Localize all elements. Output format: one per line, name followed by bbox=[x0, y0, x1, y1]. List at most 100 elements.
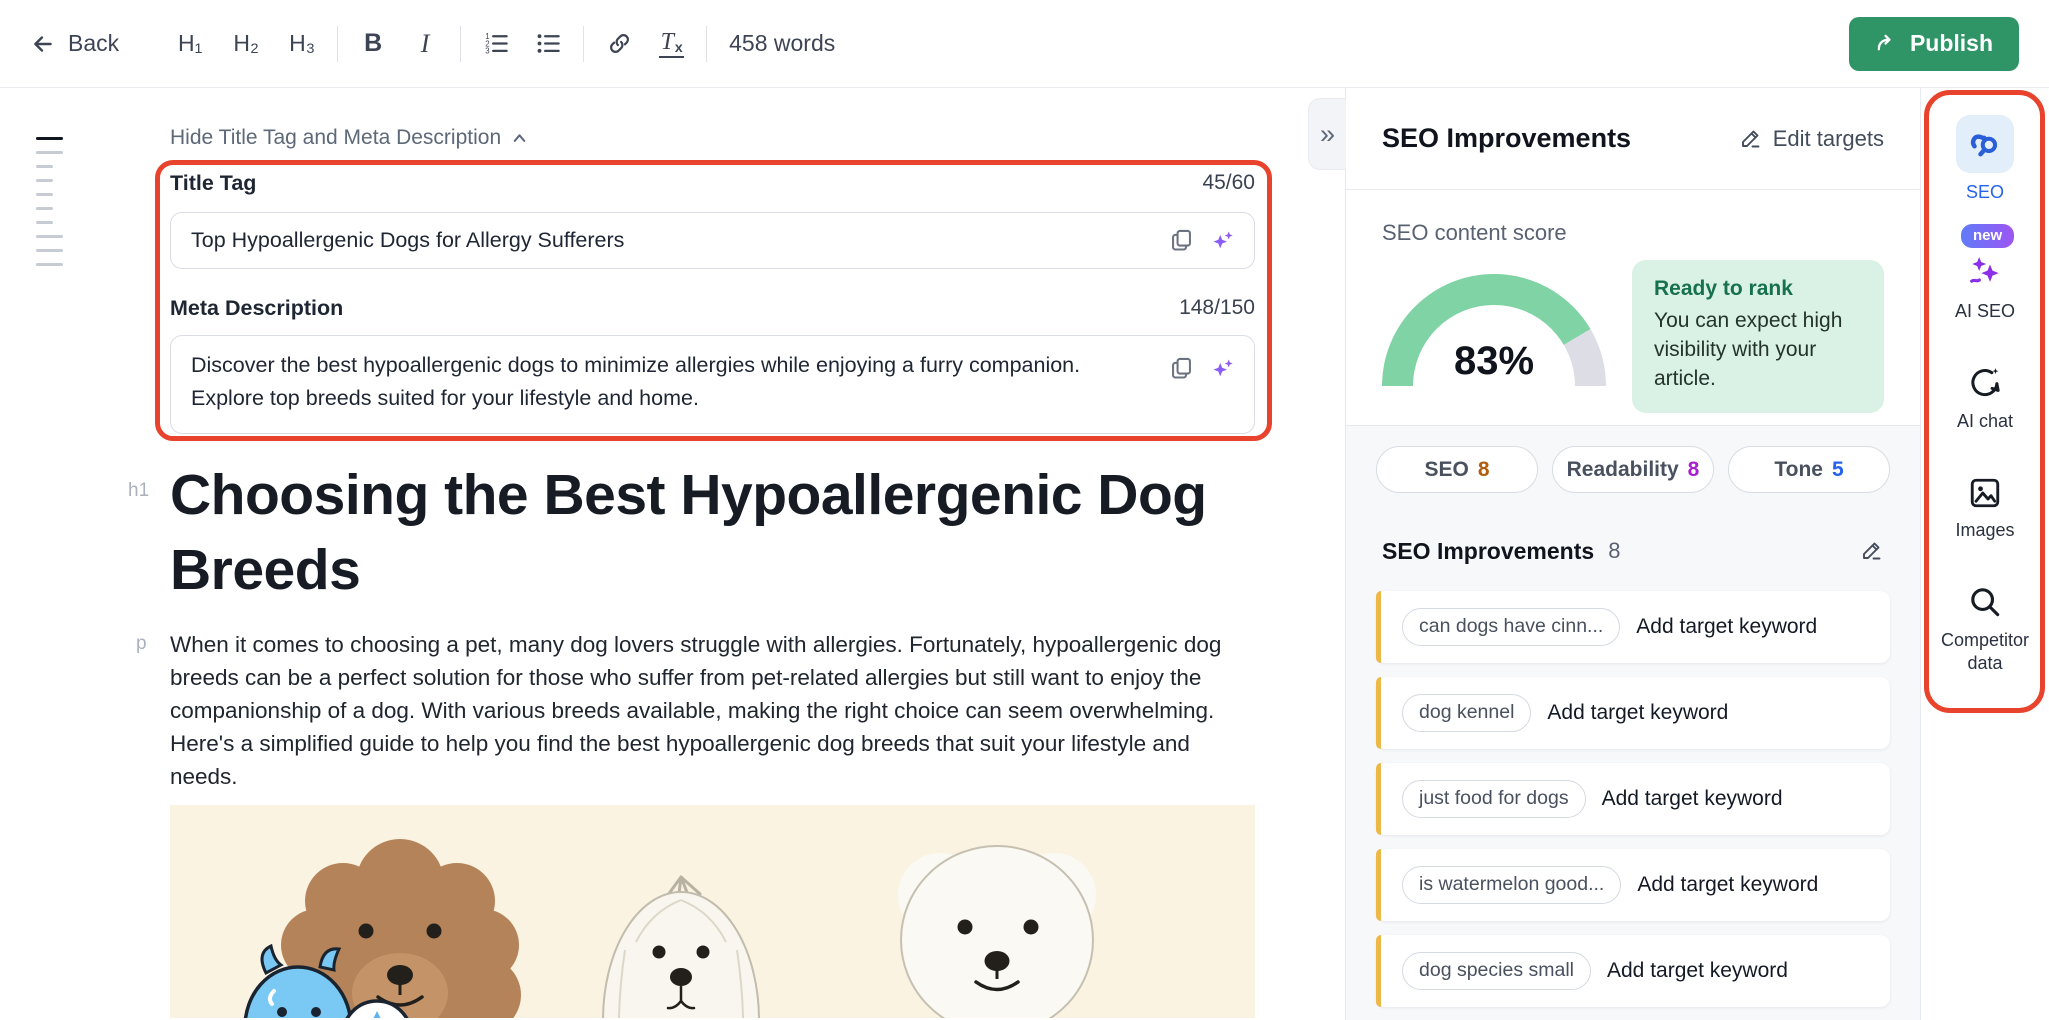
add-target-keyword-label: Add target keyword bbox=[1636, 615, 1817, 639]
title-tag-input[interactable] bbox=[191, 228, 1168, 253]
document-outline[interactable] bbox=[36, 137, 63, 266]
ai-chat-icon bbox=[1966, 364, 2004, 402]
tab-readability-score[interactable]: Readability 8 bbox=[1552, 446, 1714, 493]
editor-toolbar: Back H₁ H₂ H₃ B I 123 Tx 458 words Publi… bbox=[0, 0, 2049, 88]
meta-description-label: Meta Description bbox=[170, 296, 343, 321]
rail-label-ai-chat[interactable]: AI chat bbox=[1957, 410, 2013, 433]
collapse-panel-button[interactable]: » bbox=[1308, 98, 1346, 170]
pencil-icon bbox=[1860, 539, 1884, 563]
pencil-icon bbox=[1739, 127, 1763, 151]
toolbar-divider bbox=[706, 26, 707, 62]
ordered-list-icon: 123 bbox=[483, 30, 510, 57]
tab-seo-score[interactable]: SEO 8 bbox=[1376, 446, 1538, 493]
clear-formatting-button[interactable]: Tx bbox=[654, 23, 688, 65]
keyword-suggestion-row[interactable]: can dogs have cinn... Add target keyword bbox=[1376, 591, 1890, 663]
dogs-illustration bbox=[170, 805, 1255, 1018]
ordered-list-button[interactable]: 123 bbox=[479, 23, 513, 65]
seo-score-count: 8 bbox=[1478, 458, 1490, 482]
clear-formatting-icon: Tx bbox=[659, 30, 684, 58]
panel-title: SEO Improvements bbox=[1382, 123, 1631, 154]
back-label: Back bbox=[68, 30, 119, 57]
improvements-list-title: SEO Improvements bbox=[1382, 538, 1594, 565]
seo-icon bbox=[1967, 126, 2003, 162]
rank-status-card: Ready to rank You can expect high visibi… bbox=[1632, 260, 1884, 413]
rail-item-ai-chat[interactable] bbox=[1966, 364, 2004, 402]
italic-button[interactable]: I bbox=[408, 23, 442, 65]
rail-item-seo[interactable] bbox=[1956, 115, 2014, 173]
improvements-count: 8 bbox=[1608, 538, 1620, 564]
link-button[interactable] bbox=[602, 23, 636, 65]
heading-1-button[interactable]: H₁ bbox=[173, 23, 207, 65]
keyword-suggestion-row[interactable]: just food for dogs Add target keyword bbox=[1376, 763, 1890, 835]
rail-label-images[interactable]: Images bbox=[1955, 519, 2014, 542]
toolbar-divider bbox=[460, 26, 461, 62]
keyword-suggestion-row[interactable]: dog species small Add target keyword bbox=[1376, 935, 1890, 1007]
score-label: SEO content score bbox=[1382, 220, 1884, 246]
title-tag-counter: 45/60 bbox=[1202, 171, 1255, 195]
add-target-keyword-label: Add target keyword bbox=[1547, 701, 1728, 725]
tone-score-count: 5 bbox=[1832, 458, 1844, 482]
collapse-panel-icon: » bbox=[1320, 119, 1335, 150]
images-icon bbox=[1967, 475, 2003, 511]
toolbar-divider bbox=[583, 26, 584, 62]
edit-improvements-button[interactable] bbox=[1860, 539, 1884, 563]
seo-score-value: 83% bbox=[1382, 339, 1606, 384]
word-count: 458 words bbox=[729, 30, 835, 57]
add-target-keyword-label: Add target keyword bbox=[1607, 959, 1788, 983]
bullet-list-button[interactable] bbox=[531, 23, 565, 65]
bichon-dog bbox=[898, 846, 1096, 1018]
title-tag-input-wrapper bbox=[170, 212, 1255, 269]
article-heading[interactable]: Choosing the Best Hypoallergenic Dog Bre… bbox=[170, 458, 1255, 608]
rail-label-ai-seo[interactable]: AI SEO bbox=[1955, 300, 2015, 323]
seo-panel: » SEO Improvements Edit targets SEO cont… bbox=[1345, 88, 1920, 1020]
rail-item-images[interactable] bbox=[1967, 475, 2003, 511]
rail-label-competitor-data[interactable]: Competitor data bbox=[1935, 629, 2035, 674]
keyword-suggestion-row[interactable]: dog kennel Add target keyword bbox=[1376, 677, 1890, 749]
improvements-section: SEO 8 Readability 8 Tone 5 SEO Improveme… bbox=[1346, 426, 1920, 1020]
publish-button[interactable]: Publish bbox=[1849, 17, 2019, 71]
bullet-list-icon bbox=[535, 30, 562, 57]
keyword-chip: dog kennel bbox=[1402, 694, 1531, 732]
tools-rail: SEO new AI SEO AI chat Images Competitor… bbox=[1920, 88, 2049, 1020]
keyword-suggestion-row[interactable]: is watermelon good... Add target keyword bbox=[1376, 849, 1890, 921]
heading-2-button[interactable]: H₂ bbox=[229, 23, 263, 65]
add-target-keyword-label: Add target keyword bbox=[1637, 873, 1818, 897]
publish-arrow-icon bbox=[1875, 32, 1898, 55]
ai-sparkle-icon[interactable] bbox=[1209, 227, 1236, 254]
hide-title-meta-toggle[interactable]: Hide Title Tag and Meta Description bbox=[170, 126, 529, 150]
meta-description-input[interactable]: Discover the best hypoallergenic dogs to… bbox=[191, 349, 1154, 415]
keyword-suggestions-list: can dogs have cinn... Add target keyword… bbox=[1376, 591, 1890, 1007]
hide-title-meta-label: Hide Title Tag and Meta Description bbox=[170, 126, 501, 150]
publish-label: Publish bbox=[1910, 30, 1993, 57]
competitor-search-icon bbox=[1966, 583, 2004, 621]
paragraph-block-marker: p bbox=[136, 633, 147, 655]
back-arrow-icon bbox=[30, 31, 56, 57]
heading-3-button[interactable]: H₃ bbox=[285, 23, 319, 65]
copy-icon[interactable] bbox=[1168, 355, 1195, 382]
keyword-chip: just food for dogs bbox=[1402, 780, 1586, 818]
add-target-keyword-label: Add target keyword bbox=[1602, 787, 1783, 811]
edit-targets-button[interactable]: Edit targets bbox=[1739, 126, 1884, 152]
ai-seo-sparkles-icon bbox=[1965, 252, 2005, 292]
meta-description-counter: 148/150 bbox=[1179, 296, 1255, 320]
seo-score-section: SEO content score 83% Ready to rank You … bbox=[1346, 190, 1920, 426]
title-tag-label: Title Tag bbox=[170, 171, 256, 196]
copy-icon[interactable] bbox=[1168, 227, 1195, 254]
edit-targets-label: Edit targets bbox=[1773, 126, 1884, 152]
new-badge: new bbox=[1961, 224, 2014, 248]
tab-tone-score[interactable]: Tone 5 bbox=[1728, 446, 1890, 493]
rail-label-seo[interactable]: SEO bbox=[1966, 181, 2004, 204]
toolbar-divider bbox=[337, 26, 338, 62]
rank-status-body: You can expect high visibility with your… bbox=[1654, 307, 1862, 394]
rail-item-ai-seo[interactable] bbox=[1965, 252, 2005, 292]
back-button[interactable]: Back bbox=[30, 30, 119, 57]
h1-block-marker: h1 bbox=[128, 480, 149, 502]
readability-score-count: 8 bbox=[1688, 458, 1700, 482]
article-image-dogs bbox=[170, 805, 1255, 1018]
rail-item-competitor-data[interactable] bbox=[1966, 583, 2004, 621]
ai-sparkle-icon[interactable] bbox=[1209, 355, 1236, 382]
bold-button[interactable]: B bbox=[356, 23, 390, 65]
keyword-chip: is watermelon good... bbox=[1402, 866, 1621, 904]
article-paragraph[interactable]: When it comes to choosing a pet, many do… bbox=[170, 628, 1250, 793]
chevron-up-icon bbox=[510, 129, 529, 148]
